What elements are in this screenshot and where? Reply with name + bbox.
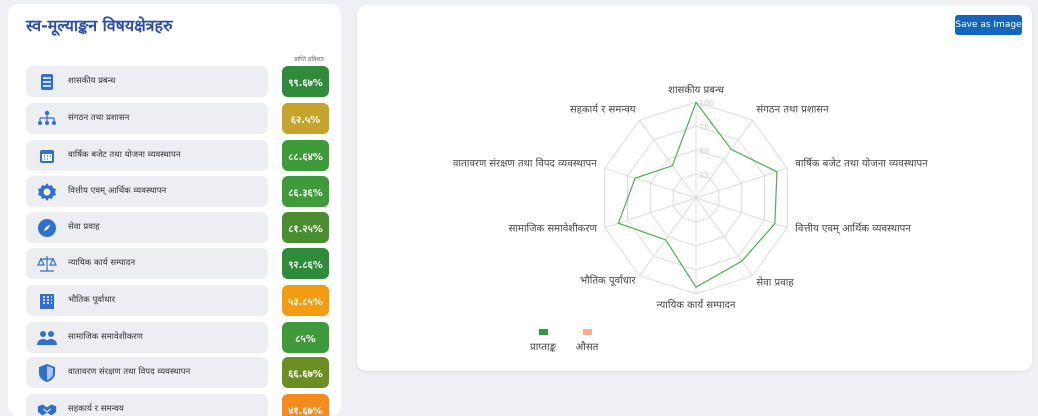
areas-panel: स्व-मूल्याङ्कन विषयक्षेत्रहरु प्राप्ति प… [8,4,341,416]
axis-label: सामाजिक समावेशीकरण [509,223,598,235]
grid-spoke [695,197,753,276]
tick-label: 50 [699,147,709,156]
score-badge: ९९.६७% [282,66,329,97]
panel-title: स्व-मूल्याङ्कन विषयक्षेत्रहरु [26,16,173,35]
axis-label: भौतिक पूर्वाधार [580,275,636,287]
score-badge: ६६.६७% [282,357,329,388]
area-label: वार्षिक बजेट तथा योजना व्यवस्थापन [68,150,181,160]
area-label: वातावरण संरक्षण तथा विपद व्यवस्थापन [68,367,191,377]
tick-label: 100 [699,99,714,108]
shield-icon [37,363,57,383]
axis-label: वित्तीय एवम् आर्थिक व्यवस्थापन [795,223,911,235]
area-label: सेवा प्रवाह [68,222,100,232]
area-row[interactable]: सामाजिक समावेशीकरण [26,322,268,353]
axis-label: सहकार्य र समन्वय [570,103,636,115]
radar-chart: 25 50 75 100 शासकीय प्रबन्ध संगठन तथा प्रशासन… [453,84,928,353]
legend-label: प्राप्ताङ्क [530,342,557,353]
people-icon [37,328,57,348]
score-badge: ४१.६७% [282,394,329,416]
save-as-image-button[interactable]: Save as Image [955,15,1022,35]
area-label: वित्तीय एवम् आर्थिक व्यवस्थापन [68,186,167,196]
area-row[interactable]: संगठन तथा प्रशासन [26,103,268,134]
chart-panel: Save as Image 25 50 75 100 शासकीय प्रबन्ध संग… [357,5,1032,371]
legend-swatch [539,329,548,335]
legend-label: औसत [576,341,599,353]
axis-label: शासकीय प्रबन्ध [668,84,725,96]
area-row[interactable]: वातावरण संरक्षण तथा विपद व्यवस्थापन [26,357,268,388]
score-badge: ८५% [282,322,329,353]
area-row[interactable]: वित्तीय एवम् आर्थिक व्यवस्थापन [26,176,268,207]
score-badge: ८१.२५% [282,212,329,243]
axis-label: सेवा प्रवाह [756,277,794,289]
area-row[interactable]: सेवा प्रवाह [26,212,268,243]
score-badge: ६२.५% [282,103,329,134]
legend-swatch [583,329,592,335]
tick-label: 75 [699,123,709,132]
score-badge: ८६.३६% [282,176,329,207]
grid-spoke [639,197,697,276]
axis-label: न्यायिक कार्य सम्पादन [657,299,736,311]
calendar-icon [37,146,57,166]
axis-label: संगठन तथा प्रशासन [756,103,829,115]
area-row[interactable]: सहकार्य र समन्वय [26,394,268,416]
score-badge: ९२.८६% [282,248,329,279]
area-label: शासकीय प्रबन्ध [68,76,116,86]
area-row[interactable]: भौतिक पूर्वाधार [26,285,268,316]
area-label: सामाजिक समावेशीकरण [68,332,143,342]
grid-spoke [639,120,697,199]
axis-label: वार्षिक बजेट तथा योजना व्यवस्थापन [795,157,928,169]
scales-icon [37,254,57,274]
axis-label: वातावरण संरक्षण तथा विपद व्यवस्थापन [453,157,597,169]
area-row[interactable]: शासकीय प्रबन्ध [26,66,268,97]
column-header: प्राप्ति प्रतिशत [294,56,324,63]
score-badge: ५३.८५% [282,285,329,316]
gear-icon [37,182,57,202]
org-chart-icon [37,109,57,129]
handshake-icon [37,400,57,416]
area-row[interactable]: न्यायिक कार्य सम्पादन [26,248,268,279]
compass-icon [37,218,57,238]
area-label: न्यायिक कार्य सम्पादन [68,258,136,268]
building-icon [37,291,57,311]
area-label: संगठन तथा प्रशासन [68,113,130,123]
score-badge: ८८.६४% [282,140,329,171]
tick-label: 25 [699,171,709,180]
area-label: सहकार्य र समन्वय [68,404,124,414]
area-row[interactable]: वार्षिक बजेट तथा योजना व्यवस्थापन [26,140,268,171]
series-line [617,101,778,288]
checklist-icon [37,72,57,92]
area-label: भौतिक पूर्वाधार [68,295,116,305]
